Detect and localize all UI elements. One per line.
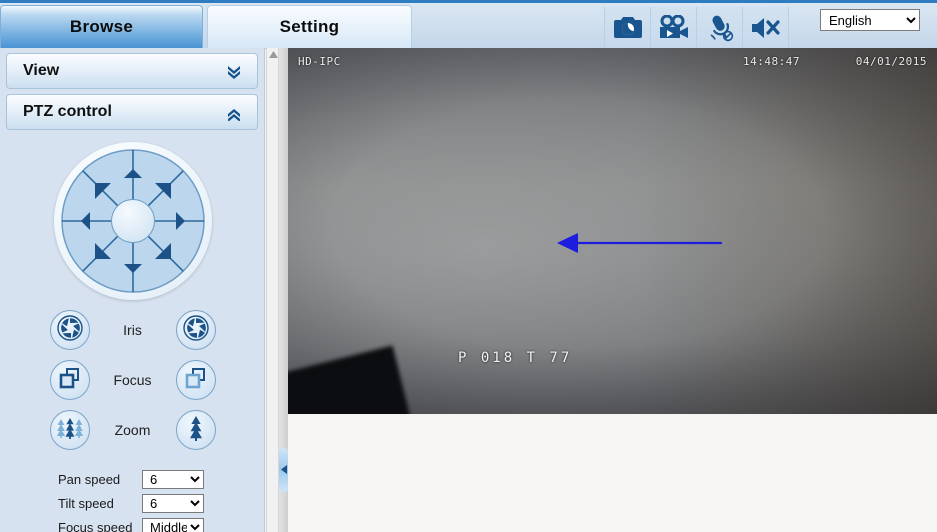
panel-title-ptz-control: PTZ control xyxy=(23,103,112,120)
panel-title-view: View xyxy=(23,62,60,79)
camera-web-interface: Browse Setting English View PTZ control … xyxy=(0,0,937,532)
pan-speed-select[interactable]: 12345678 xyxy=(142,470,204,489)
ptz-home-button[interactable] xyxy=(110,199,155,243)
tilt-speed-select[interactable]: 12345678 xyxy=(142,494,204,513)
ptz-direction-pad xyxy=(53,142,212,300)
tab-setting[interactable]: Setting xyxy=(207,5,412,49)
speaker-mute-icon xyxy=(750,15,782,41)
audio-mute-button[interactable] xyxy=(742,7,789,48)
tab-setting-label: Setting xyxy=(279,17,340,36)
ptz-speed-settings: Pan speed 12345678 Tilt speed 12345678 F… xyxy=(0,468,264,532)
record-button[interactable] xyxy=(650,7,697,48)
tab-browse[interactable]: Browse xyxy=(0,5,203,49)
focus-icon xyxy=(58,366,82,395)
sidebar-scrollbar[interactable] xyxy=(266,48,279,532)
osd-camera-name: HD-IPC xyxy=(298,55,341,68)
sidebar-collapse-handle[interactable] xyxy=(279,448,288,492)
iris-open-button[interactable] xyxy=(175,310,216,350)
focus-control-row: Focus xyxy=(0,360,264,400)
zoom-out-button[interactable] xyxy=(49,410,90,450)
record-video-icon xyxy=(658,14,690,41)
focus-near-button[interactable] xyxy=(49,360,90,400)
toolbar-icons xyxy=(604,7,789,48)
talk-button[interactable] xyxy=(696,7,743,48)
zoom-in-button[interactable] xyxy=(175,410,216,450)
focus-speed-label: Focus speed xyxy=(58,520,133,532)
ptz-drag-arrow xyxy=(556,228,731,263)
tilt-speed-row: Tilt speed 12345678 xyxy=(58,492,264,515)
iris-icon xyxy=(56,314,83,346)
pan-speed-label: Pan speed xyxy=(58,472,121,487)
snapshot-icon xyxy=(613,15,643,41)
language-select[interactable]: English中文DeutschFrançaisEspañolРусский xyxy=(820,9,920,31)
panel-splitter[interactable] xyxy=(279,48,288,532)
iris-label: Iris xyxy=(123,322,142,338)
panel-header-view[interactable]: View xyxy=(6,53,258,89)
panel-header-ptz-control[interactable]: PTZ control xyxy=(6,94,258,130)
focus-label: Focus xyxy=(113,372,152,388)
tab-browse-label: Browse xyxy=(69,17,134,36)
pan-speed-row: Pan speed 12345678 xyxy=(58,468,264,491)
osd-time: 14:48:47 xyxy=(743,55,800,68)
focus-speed-row: Focus speed LowMiddleHigh xyxy=(58,516,264,532)
tilt-speed-label: Tilt speed xyxy=(58,496,114,511)
video-area-background xyxy=(288,414,937,532)
zoom-control-row: Zoom xyxy=(0,410,264,450)
iris-icon xyxy=(182,314,209,346)
ptz-control-body: Iris Focus Zoom Pan speed 6 Tilt speed 6… xyxy=(0,142,264,532)
zoom-icon xyxy=(184,415,208,446)
osd-date: 04/01/2015 xyxy=(855,55,927,68)
top-header-bar: Browse Setting English xyxy=(0,0,937,49)
zoom-label: Zoom xyxy=(114,422,151,438)
iris-control-row: Iris xyxy=(0,310,264,350)
zoom-icon xyxy=(56,416,84,445)
chevron-double-up-icon xyxy=(225,103,243,122)
focus-speed-select[interactable]: LowMiddleHigh xyxy=(142,518,204,532)
focus-far-button[interactable] xyxy=(175,360,216,400)
chevron-left-icon xyxy=(280,461,287,479)
snapshot-button[interactable] xyxy=(604,7,651,48)
iris-close-button[interactable] xyxy=(49,310,90,350)
video-stream-view[interactable]: HD-IPC 14:48:47 04/01/2015 P 018 T 77 xyxy=(288,48,937,414)
chevron-double-down-icon xyxy=(225,62,243,80)
focus-icon xyxy=(184,366,208,395)
left-sidebar: View PTZ control Iris Focus Zoom Pan spe… xyxy=(0,48,265,532)
osd-pan-tilt-position: P 018 T 77 xyxy=(458,350,573,366)
microphone-off-icon xyxy=(705,14,735,42)
